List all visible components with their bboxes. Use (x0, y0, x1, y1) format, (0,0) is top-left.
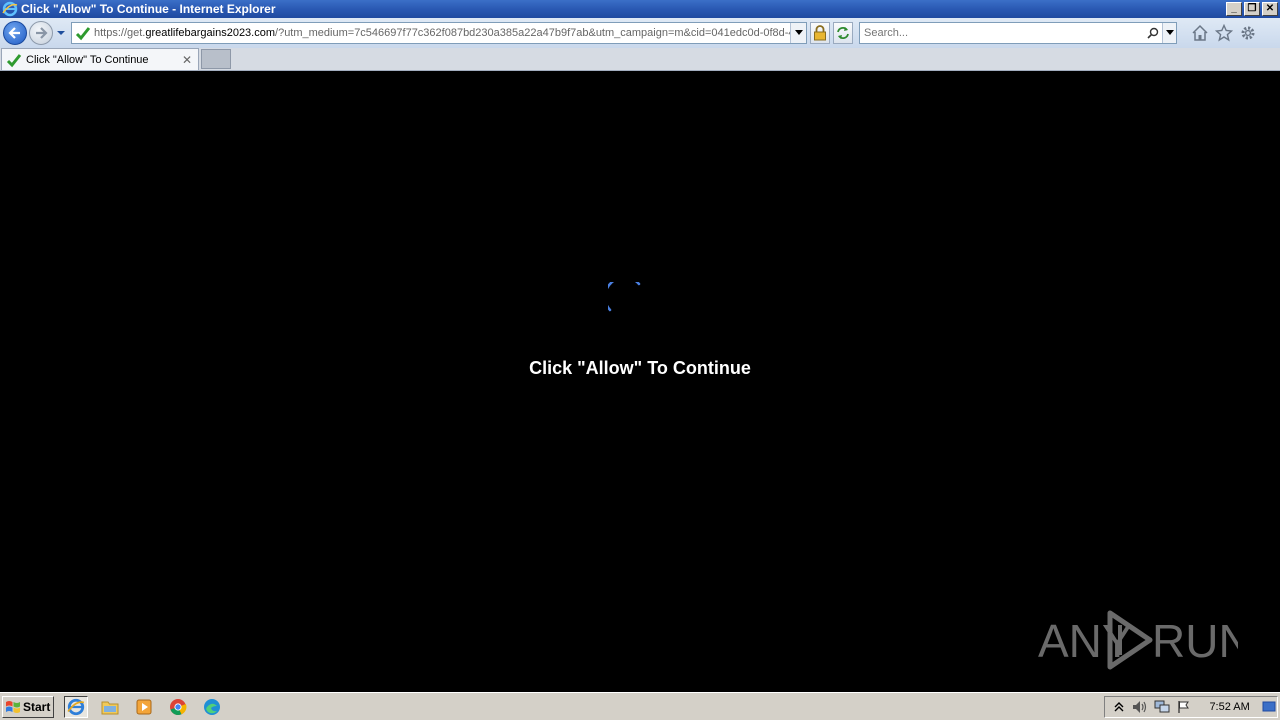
internet-explorer-icon (2, 1, 18, 17)
anyrun-watermark-logo: ANY RUN (1038, 610, 1238, 670)
network-icon[interactable] (1154, 699, 1170, 715)
chevron-down-icon (1165, 30, 1174, 35)
loading-spinner-icon (608, 282, 641, 312)
url-domain: greatlifebargains2023.com (145, 27, 276, 39)
edge-icon (204, 698, 220, 715)
search-input[interactable] (860, 27, 1144, 39)
favorites-star-icon[interactable] (1215, 24, 1233, 42)
navigation-bar: https://get.greatlifebargains2023.com/?u… (0, 18, 1280, 48)
arrow-right-icon (36, 27, 48, 39)
url-prefix: https://get. (94, 27, 146, 39)
show-desktop-icon[interactable] (1262, 699, 1277, 715)
windows-flag-icon (6, 700, 20, 713)
taskbar-media-player[interactable] (132, 696, 156, 718)
watermark-text-run: RUN (1152, 615, 1238, 667)
gear-icon[interactable] (1239, 24, 1257, 42)
taskbar-chrome[interactable] (166, 696, 190, 718)
tab-click-allow[interactable]: Click "Allow" To Continue ✕ (1, 48, 199, 70)
restore-button[interactable]: ❐ (1244, 2, 1260, 16)
new-tab-button[interactable] (201, 49, 231, 69)
allow-prompt-message: Click "Allow" To Continue (529, 358, 751, 378)
address-url[interactable]: https://get.greatlifebargains2023.com/?u… (94, 27, 790, 39)
url-path: /?utm_medium=7c546697f77c362f087bd230a38… (275, 27, 790, 39)
clock[interactable]: 7:52 AM (1209, 701, 1249, 713)
start-label: Start (23, 699, 51, 714)
tab-close-icon[interactable]: ✕ (180, 53, 194, 67)
media-player-icon (136, 699, 152, 714)
close-button[interactable]: ✕ (1262, 2, 1278, 16)
taskbar-edge[interactable] (200, 696, 224, 718)
folder-icon (101, 701, 119, 714)
arrow-left-icon (8, 27, 20, 39)
address-dropdown-button[interactable] (790, 23, 806, 43)
lock-icon (814, 25, 826, 41)
refresh-icon (837, 27, 849, 39)
home-icon[interactable] (1191, 24, 1209, 42)
minimize-button[interactable]: _ (1226, 2, 1242, 16)
system-tray: 7:52 AM (1104, 696, 1278, 718)
taskbar: Start 7:52 AM (0, 692, 1280, 720)
refresh-button[interactable] (833, 22, 853, 44)
volume-icon[interactable] (1132, 699, 1148, 715)
window-title: Click "Allow" To Continue - Internet Exp… (21, 2, 276, 16)
forward-button[interactable] (29, 21, 53, 45)
search-dropdown-button[interactable] (1162, 23, 1176, 43)
taskbar-file-explorer[interactable] (98, 696, 122, 718)
security-lock-button[interactable] (810, 22, 830, 44)
internet-explorer-icon (67, 698, 85, 715)
window-title-bar: Click "Allow" To Continue - Internet Exp… (0, 0, 1280, 18)
chrome-icon (170, 698, 187, 715)
check-icon (75, 27, 91, 41)
address-bar[interactable]: https://get.greatlifebargains2023.com/?u… (71, 22, 807, 44)
show-hidden-icons-icon[interactable] (1111, 699, 1126, 715)
search-box[interactable] (859, 22, 1177, 44)
tab-label: Click "Allow" To Continue (26, 53, 149, 66)
chevron-down-icon (794, 30, 803, 35)
back-button[interactable] (3, 21, 27, 45)
start-button[interactable]: Start (2, 695, 54, 718)
tab-bar: Click "Allow" To Continue ✕ (0, 48, 1280, 71)
action-center-flag-icon[interactable] (1176, 699, 1191, 715)
page-content: Click "Allow" To Continue ANY RUN (0, 71, 1280, 692)
recent-pages-dropdown-icon[interactable] (55, 27, 67, 39)
taskbar-internet-explorer[interactable] (64, 695, 88, 718)
search-icon[interactable] (1144, 27, 1162, 39)
check-icon (6, 53, 22, 67)
